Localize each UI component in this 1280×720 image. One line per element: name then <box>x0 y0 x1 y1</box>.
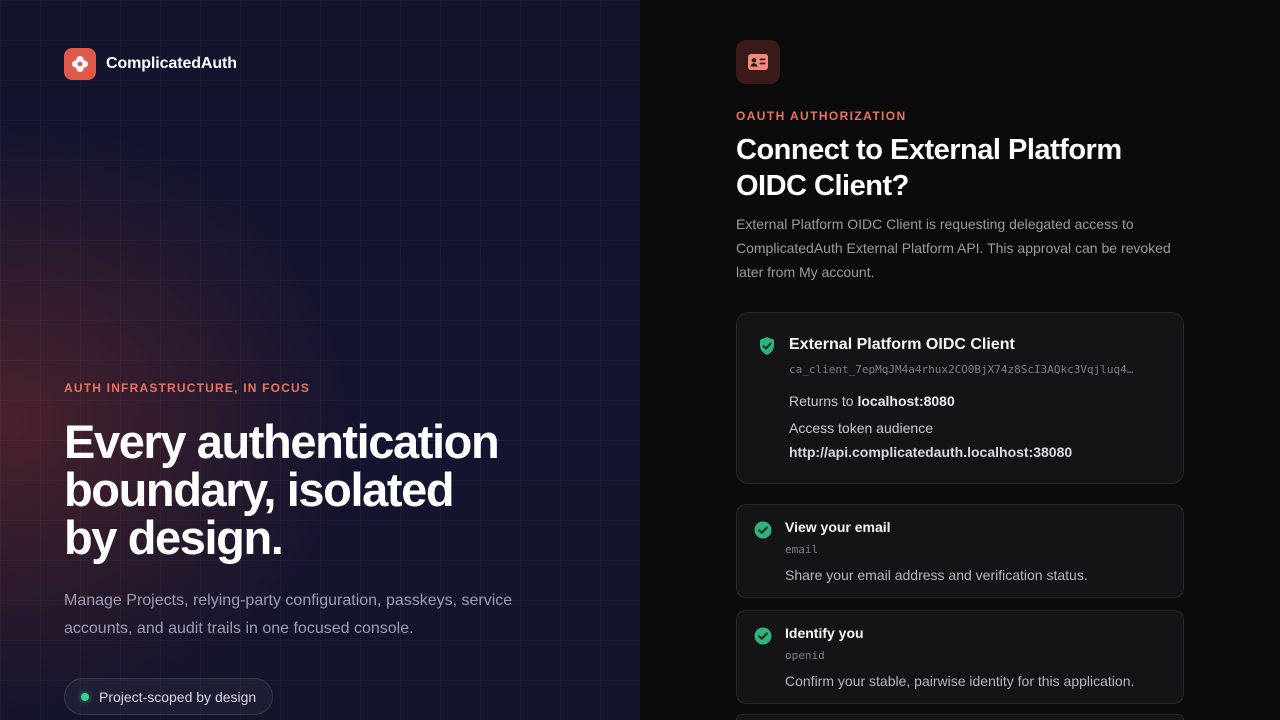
client-id: ca_client_7epMqJM4a4rhux2CO0BjX74z8ScI3A… <box>789 363 1134 376</box>
brand-logo-icon <box>64 48 96 80</box>
hero-line: Every authentication <box>64 415 500 468</box>
hero-line: by design. <box>64 511 284 564</box>
scope-key: openid <box>785 649 825 662</box>
consent-title: Connect to External Platform OIDC Client… <box>736 134 1122 202</box>
redirect-info: Returns to localhost:8080 <box>789 393 955 409</box>
hero-heading: Every authentication boundary, isolated … <box>64 418 544 562</box>
shield-check-icon <box>760 337 774 355</box>
scope-item-openid: Identify you openid Confirm your stable,… <box>736 610 1184 704</box>
returns-to-value: localhost:8080 <box>857 393 955 409</box>
brand-name: ComplicatedAuth <box>106 55 237 72</box>
audience-value: http://api.complicatedauth.localhost:380… <box>789 444 1073 460</box>
scope-title: View your email <box>785 519 891 535</box>
check-circle-icon <box>754 521 772 539</box>
consent-eyebrow: OAUTH AUTHORIZATION <box>736 109 907 123</box>
scope-key: email <box>785 543 819 556</box>
audience-label: Access token audience <box>789 420 933 436</box>
consent-panel: OAUTH AUTHORIZATION Connect to External … <box>640 0 1280 720</box>
scope-item-partial <box>736 714 1184 720</box>
project-scoped-badge: Project-scoped by design <box>64 678 274 715</box>
badge-label: Project-scoped by design <box>99 688 257 705</box>
brand[interactable]: ComplicatedAuth <box>64 48 237 80</box>
returns-to-label: Returns to <box>789 393 858 409</box>
id-card-icon <box>736 40 780 84</box>
client-details-card: External Platform OIDC Client ca_client_… <box>736 312 1184 484</box>
scope-item-email: View your email email Share your email a… <box>736 504 1184 598</box>
hero-eyebrow: AUTH INFRASTRUCTURE, IN FOCUS <box>64 381 311 395</box>
status-dot-icon <box>81 692 89 701</box>
marketing-panel: ComplicatedAuth AUTH INFRASTRUCTURE, IN … <box>0 0 640 720</box>
client-name: External Platform OIDC Client <box>789 336 1015 353</box>
hero-line: boundary, isolated <box>64 463 455 516</box>
check-circle-icon <box>754 627 772 645</box>
hero-subtitle: Manage Projects, relying-party configura… <box>64 592 513 637</box>
scope-title: Identify you <box>785 625 864 641</box>
scope-description: Share your email address and verificatio… <box>785 567 1088 583</box>
scope-description: Confirm your stable, pairwise identity f… <box>785 673 1135 689</box>
consent-description: External Platform OIDC Client is request… <box>736 216 1171 280</box>
